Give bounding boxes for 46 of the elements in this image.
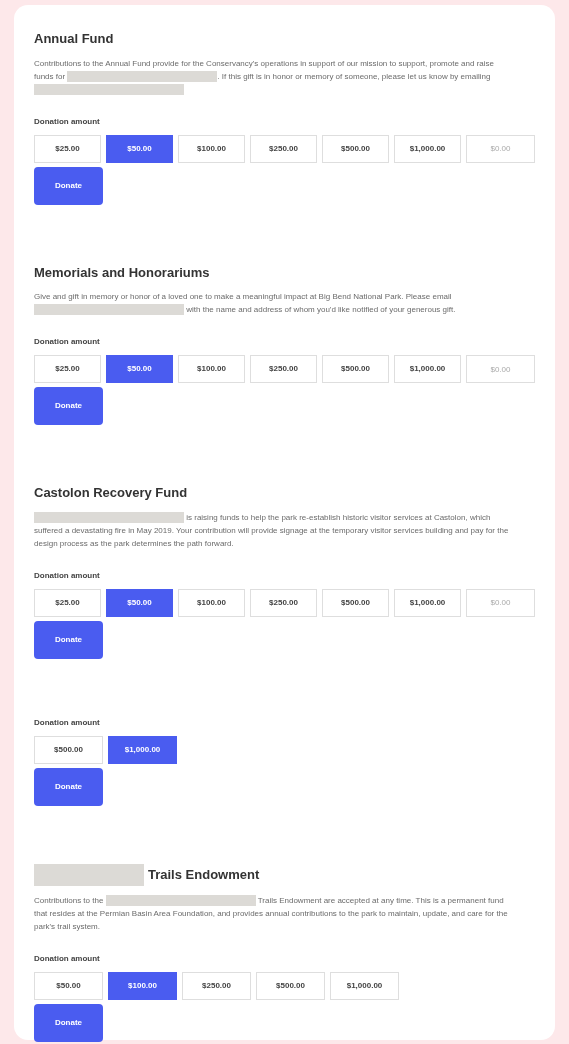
- amount-option[interactable]: $25.00: [34, 588, 101, 617]
- amount-option[interactable]: $500.00: [322, 355, 389, 383]
- donation-amount-label: Donation amount: [34, 569, 101, 582]
- amount-option[interactable]: $250.00: [250, 355, 317, 383]
- amount-option[interactable]: $500.00: [322, 134, 389, 163]
- amount-option[interactable]: $500.00: [256, 971, 325, 1000]
- amount-option[interactable]: $500.00: [322, 588, 389, 617]
- section-title: Annual Fund: [34, 30, 114, 48]
- section-description: Contributions to the Annual Fund provide for the Conservancy's operations in support of our mission to support, promote and raise funds for . If this gift is in honor or memory of someone, please let us know by emailing: [34, 56, 514, 96]
- amount-option[interactable]: $1,000.00: [394, 134, 461, 163]
- section-title: Trails Endowment: [148, 865, 260, 884]
- section-description: Contributions to the Trails Endowment are accepted at any time. This is a permanent fund that resides at the Permian Basin Area Foundation, and provides annual contributions to the park to maintain, update, and care for the park's trail system.: [34, 893, 509, 933]
- amount-option[interactable]: $100.00: [178, 355, 245, 383]
- amount-option[interactable]: $1,000.00: [330, 971, 399, 1000]
- donation-amount-label: Donation amount: [34, 115, 101, 128]
- amount-option[interactable]: $50.00: [106, 355, 173, 383]
- amount-option[interactable]: $50.00: [106, 588, 173, 617]
- amount-option[interactable]: $50.00: [34, 971, 103, 1000]
- donation-amount-label: Donation amount: [34, 336, 101, 348]
- amount-option[interactable]: $100.00: [178, 588, 245, 617]
- amount-option[interactable]: $100.00: [108, 971, 177, 1000]
- donate-button[interactable]: Donate: [34, 1003, 103, 1042]
- amount-option[interactable]: $250.00: [250, 588, 317, 617]
- donate-button[interactable]: Donate: [34, 620, 103, 659]
- amount-option[interactable]: $1,000.00: [394, 588, 461, 617]
- amount-option[interactable]: $50.00: [106, 134, 173, 163]
- donate-button[interactable]: Donate: [34, 166, 103, 205]
- section-title: Castolon Recovery Fund: [34, 484, 188, 502]
- donation-amount-label: Donation amount: [34, 952, 101, 965]
- other-amount-field[interactable]: $0.00: [466, 588, 535, 617]
- amount-option[interactable]: $25.00: [34, 355, 101, 383]
- other-amount-field[interactable]: $0.00: [466, 134, 535, 163]
- amount-option[interactable]: $500.00: [34, 735, 103, 764]
- other-amount-field[interactable]: $0.00: [466, 355, 535, 383]
- donation-amount-label: Donation amount: [34, 716, 101, 729]
- amount-option[interactable]: $250.00: [250, 134, 317, 163]
- section-description: Give and gift in memory or honor of a loved one to make a meaningful impact at Big Bend National Park. Please email with the name and address of whom you'd like notified of your generous gift.: [34, 291, 457, 316]
- section-description: is raising funds to help the park re-establish historic visitor services at Castolon, which suffered a devastating fire in May 2019. Your contribution will provide signage at the temporary visitor services building and pay for the design process as the park determines the path forward.: [34, 510, 510, 550]
- section-title: Memorials and Honorariums: [34, 263, 210, 282]
- amount-option[interactable]: $25.00: [34, 134, 101, 163]
- amount-option[interactable]: $1,000.00: [394, 355, 461, 383]
- donate-button[interactable]: Donate: [34, 387, 103, 425]
- amount-option[interactable]: $250.00: [182, 971, 251, 1000]
- amount-option[interactable]: $1,000.00: [108, 735, 177, 764]
- amount-option[interactable]: $100.00: [178, 134, 245, 163]
- donate-button[interactable]: Donate: [34, 767, 103, 806]
